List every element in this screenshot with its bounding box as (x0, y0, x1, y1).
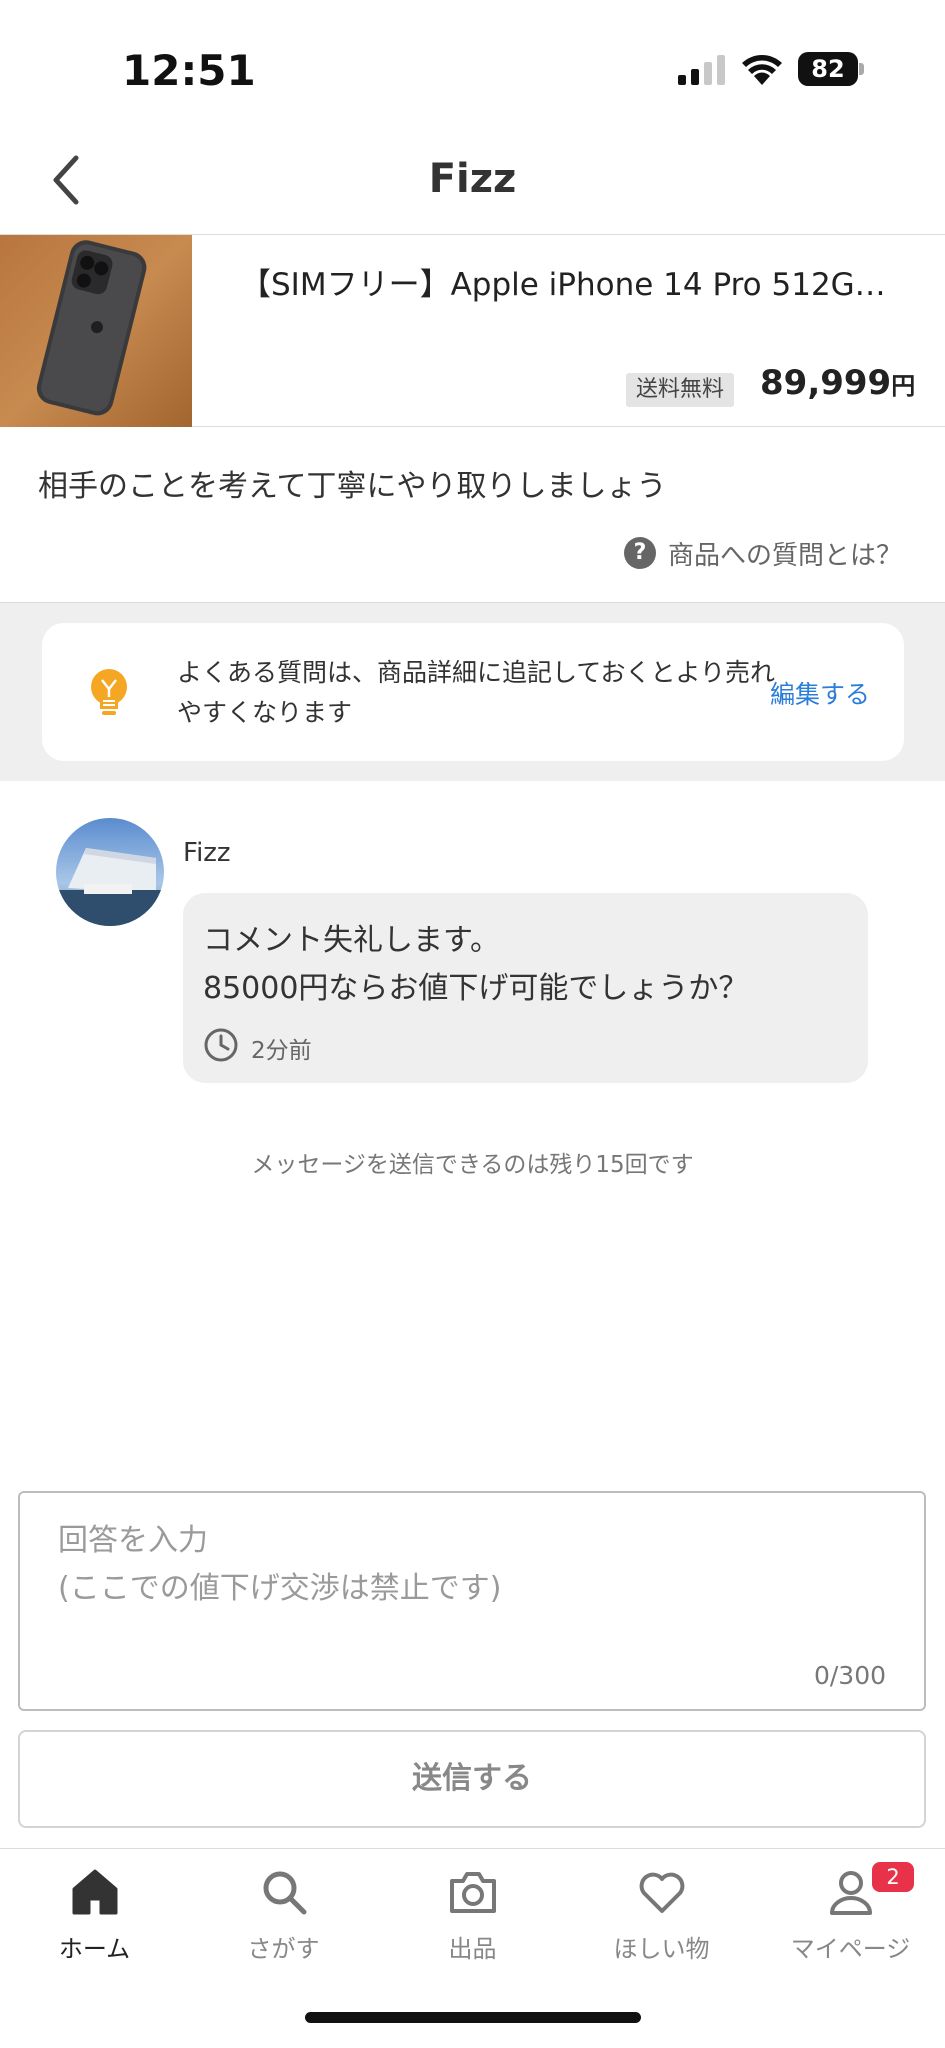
answer-placeholder-line2: (ここでの値下げ交渉は禁止です) (58, 1571, 502, 1606)
camera-icon (449, 1872, 496, 1913)
search-icon (263, 1871, 306, 1915)
product-summary[interactable]: 【SIMフリー】Apple iPhone 14 Pro 512G… 送料無料 8… (0, 235, 945, 427)
mypage-notification-badge: 2 (872, 1862, 914, 1892)
question-help-label: 商品への質問とは？ (668, 540, 903, 571)
send-button[interactable]: 送信する (18, 1730, 926, 1828)
character-counter: 0/300 (813, 1661, 886, 1690)
remaining-message-notice: メッセージを送信できるのは残り15回です (251, 1152, 694, 1178)
battery-level: 82 (811, 55, 845, 83)
answer-input[interactable]: 回答を入力 (ここでの値下げ交渉は禁止です) 0/300 (18, 1491, 926, 1711)
tab-home[interactable]: ホーム (0, 1867, 189, 1987)
product-title: 【SIMフリー】Apple iPhone 14 Pro 512G… (240, 267, 886, 303)
price-currency: 円 (891, 372, 916, 400)
status-time: 12:51 (122, 46, 256, 95)
product-price: 89,999円 (760, 363, 915, 403)
price-value: 89,999 (760, 363, 892, 403)
tab-wishlist-label: ほしい物 (613, 1935, 710, 1963)
cellular-signal-icon (678, 55, 725, 85)
wifi-icon (742, 55, 782, 85)
tip-area: よくある質問は、商品詳細に追記しておくとより売れやすくなります 編集する (0, 603, 945, 781)
comment-author: Fizz (183, 838, 231, 868)
guideline-section: 相手のことを考えて丁寧にやり取りしましょう ? 商品への質問とは？ (0, 427, 945, 603)
guideline-text: 相手のことを考えて丁寧にやり取りしましょう (38, 469, 667, 504)
home-icon (72, 1869, 117, 1915)
tab-home-label: ホーム (58, 1935, 131, 1963)
free-shipping-badge: 送料無料 (626, 373, 735, 407)
battery-icon: 82 (798, 52, 864, 86)
comment-bubble: コメント失礼します。 85000円ならお値下げ可能でしょうか？ 2分前 (183, 893, 868, 1083)
tab-mypage[interactable]: マイページ (756, 1867, 945, 1987)
answer-placeholder: 回答を入力 (ここでの値下げ交渉は禁止です) (58, 1517, 501, 1613)
tab-search[interactable]: さがす (189, 1867, 378, 1987)
tab-sell-label: 出品 (448, 1935, 497, 1963)
product-thumbnail (0, 235, 192, 427)
person-icon (829, 1871, 872, 1915)
page-title: Fizz (428, 156, 517, 202)
header: Fizz (0, 130, 945, 235)
tip-text: よくある質問は、商品詳細に追記しておくとより売れやすくなります (177, 658, 776, 727)
answer-placeholder-line1: 回答を入力 (58, 1523, 208, 1558)
avatar (56, 818, 164, 926)
heart-icon (639, 1872, 684, 1913)
home-indicator (305, 2012, 641, 2023)
tab-search-label: さがす (247, 1935, 320, 1963)
question-help-link[interactable]: ? 商品への質問とは？ (624, 533, 902, 573)
tab-mypage-label: マイページ (790, 1935, 911, 1963)
comment-text-line2: 85000円ならお値下げ可能でしょうか？ (203, 971, 749, 1006)
clock-icon (204, 1028, 238, 1062)
tab-sell[interactable]: 出品 (378, 1867, 567, 1987)
question-circle-icon: ? (624, 537, 656, 569)
lightbulb-icon (91, 669, 127, 715)
comment-time: 2分前 (251, 1038, 312, 1064)
comment-text-line1: コメント失礼します。 (203, 923, 500, 958)
status-bar: 12:51 82 (0, 0, 945, 130)
tip-card: よくある質問は、商品詳細に追記しておくとより売れやすくなります 編集する (42, 623, 904, 761)
tab-wishlist[interactable]: ほしい物 (567, 1867, 756, 1987)
edit-link[interactable]: 編集する (770, 675, 870, 711)
